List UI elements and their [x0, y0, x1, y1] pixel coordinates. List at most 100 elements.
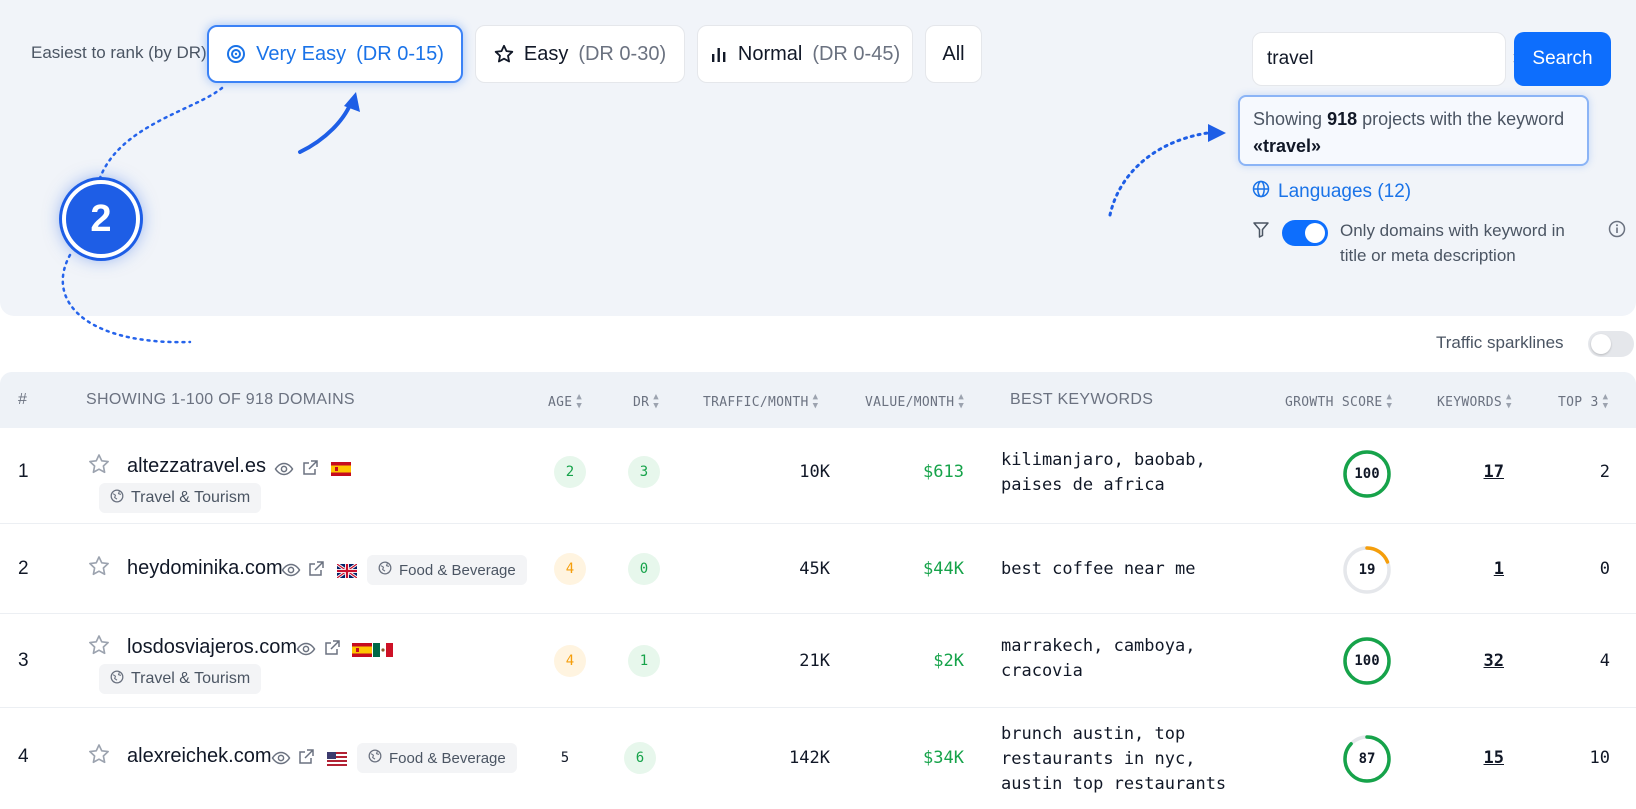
traffic-value: 21K — [799, 651, 830, 671]
growth-score-value: 19 — [1358, 562, 1376, 578]
traffic-value: 10K — [799, 462, 830, 482]
globe-icon — [378, 561, 392, 579]
age-badge: 5 — [560, 750, 570, 766]
external-link-icon[interactable] — [296, 747, 316, 772]
dr-badge: 1 — [628, 645, 660, 677]
col-dr[interactable]: DR ▲ ▼ — [633, 393, 659, 411]
result-count: 918 — [1327, 109, 1358, 129]
growth-score-ring: 87 — [1342, 734, 1392, 784]
languages-link[interactable]: Languages (12) — [1252, 180, 1411, 204]
top3-count: 2 — [1599, 462, 1610, 482]
category-tag: Food & Beverage — [367, 555, 527, 585]
sort-icon: ▲ ▼ — [653, 392, 659, 411]
col-top3[interactable]: TOP 3 ▲ ▼ — [1558, 393, 1608, 411]
domain-link[interactable]: heydominika.com — [127, 557, 283, 580]
category-tag: Travel & Tourism — [99, 483, 262, 513]
search-button[interactable]: Search — [1514, 32, 1611, 86]
col-value[interactable]: VALUE/MONTH ▲ ▼ — [865, 393, 964, 411]
top3-count: 10 — [1589, 748, 1610, 768]
table-header: # SHOWING 1-100 OF 918 DOMAINS AGE ▲ ▼ DR ▲… — [0, 372, 1636, 428]
traffic-value: 45K — [799, 559, 830, 579]
search-input[interactable] — [1267, 48, 1512, 70]
col-num: # — [18, 391, 28, 408]
sort-icon: ▲ ▼ — [958, 392, 965, 411]
domain-link[interactable]: alexreichek.com — [127, 745, 272, 768]
table-row[interactable]: 1 altezzatravel.es Travel & Tourism 2 3 … — [0, 428, 1636, 524]
flag-uk-icon — [337, 562, 357, 580]
filter-funnel-icon — [1252, 221, 1270, 244]
external-link-icon[interactable] — [300, 458, 320, 483]
sort-icon: ▲ ▼ — [1386, 392, 1393, 411]
growth-score-value: 100 — [1354, 466, 1380, 482]
age-badge: 2 — [554, 456, 586, 488]
keywords-count-link[interactable]: 1 — [1494, 559, 1504, 579]
col-age[interactable]: AGE ▲ ▼ — [548, 393, 582, 411]
best-keywords: best coffee near me — [1001, 559, 1196, 579]
best-keywords: kilimanjaro, baobab, paises de africa — [1001, 450, 1206, 495]
sort-icon: ▲ ▼ — [576, 392, 583, 411]
languages-label: Languages (12) — [1278, 181, 1412, 202]
top3-count: 0 — [1599, 559, 1610, 579]
col-keywords[interactable]: KEYWORDS ▲ ▼ — [1437, 393, 1512, 411]
dr-badge: 3 — [628, 456, 660, 488]
eye-icon[interactable] — [271, 748, 291, 773]
row-number: 3 — [18, 650, 29, 671]
row-number: 2 — [18, 558, 29, 579]
result-keyword: «travel» — [1253, 136, 1322, 156]
domain-link[interactable]: altezzatravel.es — [127, 455, 266, 478]
value-amount: $2K — [933, 651, 964, 671]
flag-us-icon — [327, 750, 347, 768]
eye-icon[interactable] — [296, 639, 316, 664]
globe-icon — [368, 749, 382, 767]
age-badge: 4 — [554, 645, 586, 677]
row-number: 1 — [18, 461, 29, 482]
keyword-filter-label: Only domains with keyword in title or me… — [1340, 221, 1565, 265]
dr-badge: 6 — [624, 742, 656, 774]
value-amount: $613 — [923, 462, 964, 482]
sparklines-toggle[interactable] — [1588, 331, 1634, 357]
globe-icon — [110, 489, 124, 508]
domain-link[interactable]: losdosviajeros.com — [127, 636, 297, 659]
keyword-filter-toggle[interactable] — [1282, 220, 1328, 246]
growth-score-ring: 19 — [1342, 545, 1392, 595]
col-growth[interactable]: GROWTH SCORE ▲ ▼ — [1285, 393, 1392, 411]
sort-icon: ▲ ▼ — [1506, 392, 1512, 411]
favorite-star-icon[interactable] — [88, 555, 110, 582]
age-badge: 4 — [554, 553, 586, 585]
table-row[interactable]: 4 alexreichek.com Food & Beverage 5 6 14… — [0, 708, 1636, 809]
best-keywords: marrakech, camboya, cracovia — [1001, 636, 1196, 681]
traffic-value: 142K — [789, 748, 830, 768]
growth-score-value: 87 — [1358, 751, 1376, 767]
eye-icon[interactable] — [281, 560, 301, 585]
favorite-star-icon[interactable] — [88, 453, 110, 480]
col-domains: SHOWING 1-100 OF 918 DOMAINS — [86, 391, 355, 408]
external-link-icon[interactable] — [306, 559, 326, 584]
dr-badge: 0 — [628, 553, 660, 585]
keywords-count-link[interactable]: 32 — [1484, 651, 1504, 671]
category-tag: Food & Beverage — [357, 743, 517, 773]
sort-icon: ▲ ▼ — [812, 392, 819, 411]
keywords-count-link[interactable]: 17 — [1484, 462, 1504, 482]
col-traffic[interactable]: TRAFFIC/MONTH ▲ ▼ — [703, 393, 818, 411]
value-amount: $44K — [923, 559, 964, 579]
favorite-star-icon[interactable] — [88, 634, 110, 661]
sort-icon: ▲ ▼ — [1602, 392, 1609, 411]
value-amount: $34K — [923, 748, 964, 768]
table-row[interactable]: 3 losdosviajeros.com Travel & Tourism 4 … — [0, 614, 1636, 708]
category-tag: Travel & Tourism — [99, 664, 262, 694]
growth-score-ring: 100 — [1342, 636, 1392, 686]
favorite-star-icon[interactable] — [88, 743, 110, 770]
globe-icon — [1252, 180, 1270, 204]
col-best-keywords: BEST KEYWORDS — [1010, 391, 1154, 408]
table-row[interactable]: 2 heydominika.com Food & Beverage 4 0 45… — [0, 524, 1636, 614]
globe-icon — [110, 670, 124, 689]
search-field[interactable]: × — [1252, 32, 1524, 86]
flag-es-icon — [331, 460, 351, 478]
external-link-icon[interactable] — [322, 638, 342, 663]
eye-icon[interactable] — [274, 459, 294, 484]
flag-es-icon — [352, 641, 372, 659]
sparklines-label: Traffic sparklines — [1436, 333, 1564, 352]
top3-count: 4 — [1599, 651, 1610, 671]
info-icon[interactable] — [1608, 220, 1626, 243]
keywords-count-link[interactable]: 15 — [1484, 748, 1504, 768]
